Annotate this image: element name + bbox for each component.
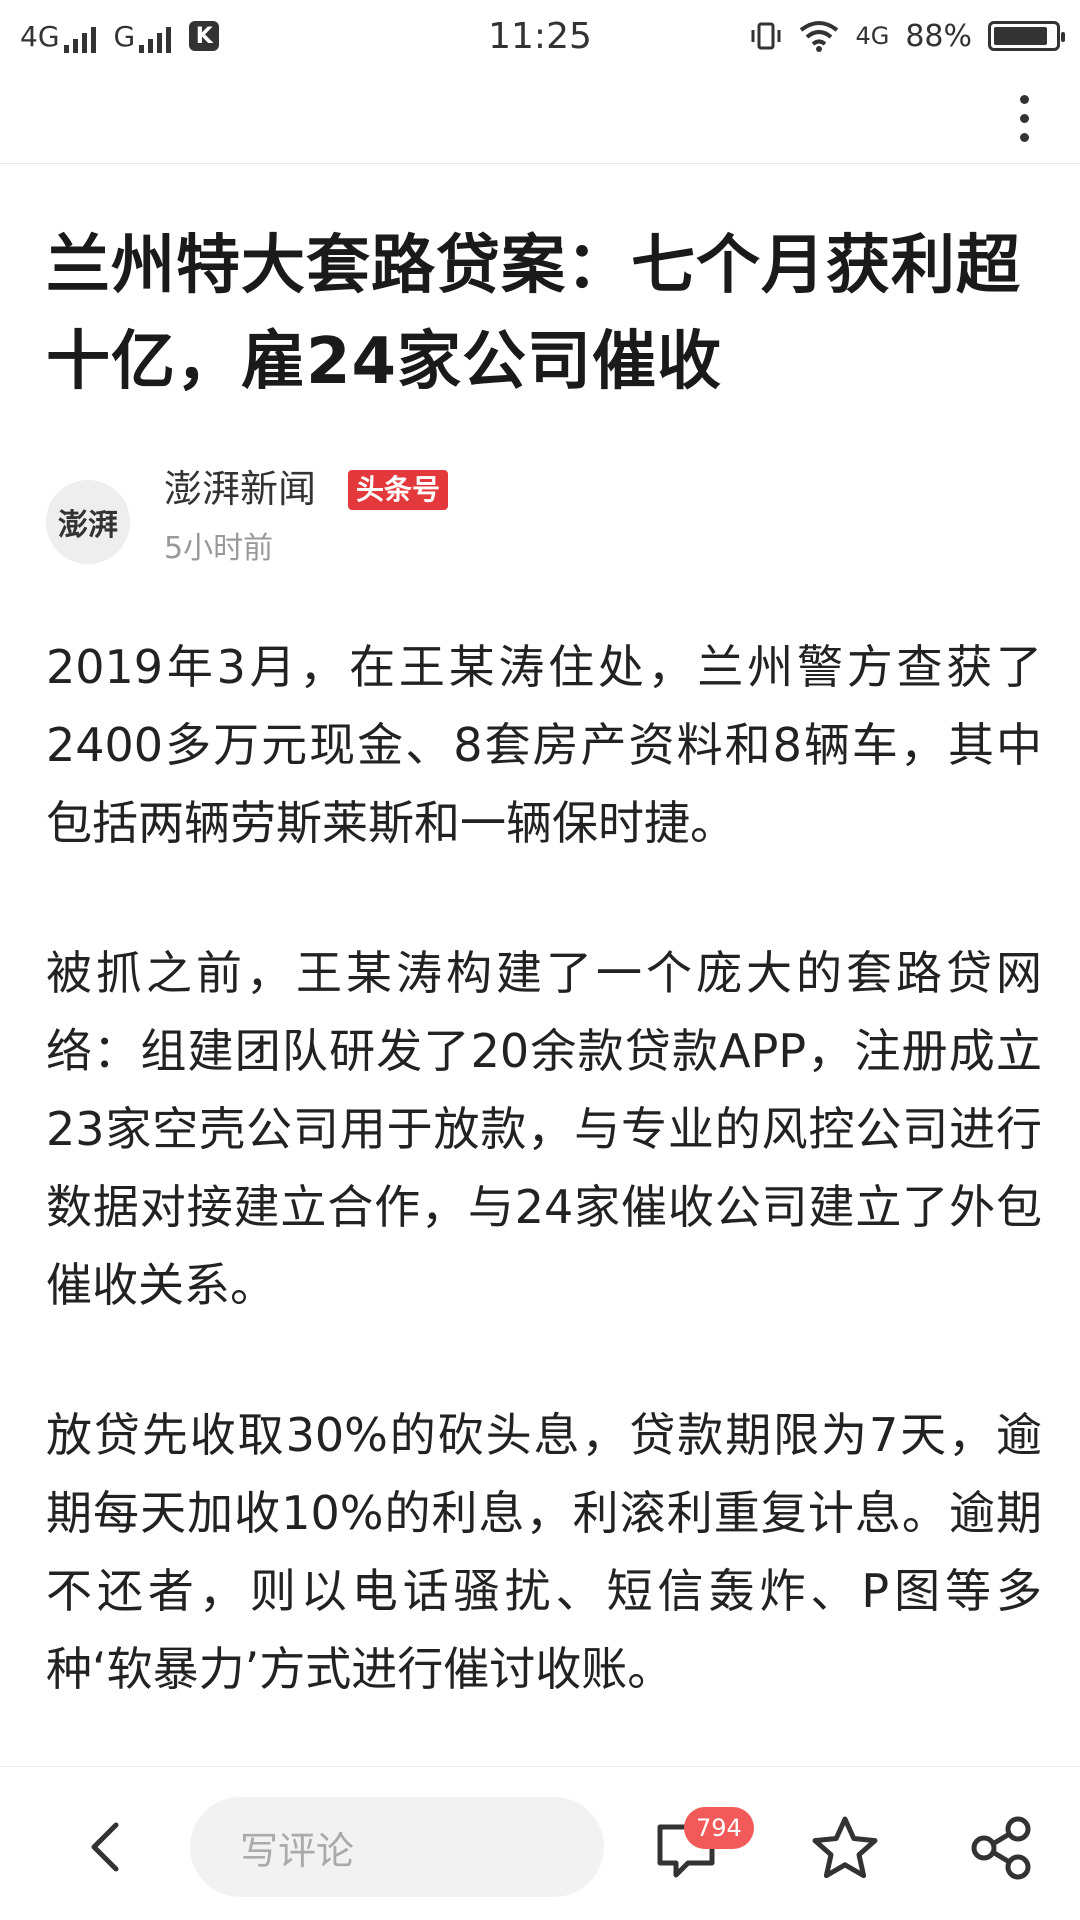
status-bar: 4G G K 11:25 4G 88%: [0, 0, 1080, 72]
app-notification-icon: K: [189, 21, 220, 51]
comment-placeholder: 写评论: [240, 1828, 355, 1873]
wifi-icon: [800, 21, 839, 52]
paragraph-1: 2019年3月，在王某涛住处，兰州警方查获了2400多万元现金、8套房产资料和8…: [46, 640, 1042, 850]
article-body: 2019年3月，在王某涛住处，兰州警方查获了2400多万元现金、8套房产资料和8…: [46, 628, 1042, 1780]
vibrate-icon: [751, 22, 781, 50]
author-row[interactable]: 澎湃 澎湃新闻 头条号 5小时前: [46, 460, 1036, 580]
more-options-icon[interactable]: [992, 86, 1056, 150]
signal-g-label: G: [113, 19, 136, 53]
author-name[interactable]: 澎湃新闻: [164, 460, 316, 518]
toutiao-badge: 头条号: [348, 470, 449, 510]
status-left: 4G G K: [20, 20, 749, 53]
share-icon[interactable]: [966, 1813, 1036, 1883]
battery-icon: [988, 21, 1065, 51]
publish-time: 5小时前: [164, 531, 274, 566]
signal-4g-label: 4G: [20, 19, 60, 53]
comment-count-badge: 794: [684, 1807, 754, 1849]
article-page: 4G G K 11:25 4G 88% 兰州特大套路贷案：七个月获利超十亿，雇2…: [0, 0, 1080, 1920]
bottom-action-bar: 写评论 794: [0, 1766, 1080, 1920]
signal-g: G: [114, 20, 172, 53]
battery-percent: 88%: [905, 18, 972, 54]
avatar[interactable]: 澎湃: [46, 480, 130, 564]
signal-4g: 4G: [20, 20, 96, 53]
paragraph-2: 被抓之前，王某涛构建了一个庞大的套路贷网络：组建团队研发了20余款贷款APP，注…: [46, 946, 1042, 1312]
signal-bars-icon: [63, 26, 96, 53]
status-right: 4G 88%: [749, 18, 1065, 54]
comment-input[interactable]: 写评论: [190, 1797, 604, 1897]
signal-bars-icon: [139, 26, 172, 53]
star-icon[interactable]: [810, 1813, 880, 1883]
paragraph-3: 放贷先收取30%的砍头息，贷款期限为7天，逾期每天加收10%的利息，利滚利重复计…: [46, 1408, 1042, 1696]
back-arrow-icon[interactable]: [78, 1817, 138, 1877]
network-4g-label: 4G: [855, 22, 890, 50]
battery-level: [994, 27, 1047, 45]
top-toolbar: [0, 72, 1080, 164]
article-title: 兰州特大套路贷案：七个月获利超十亿，雇24家公司催收: [46, 229, 1021, 399]
